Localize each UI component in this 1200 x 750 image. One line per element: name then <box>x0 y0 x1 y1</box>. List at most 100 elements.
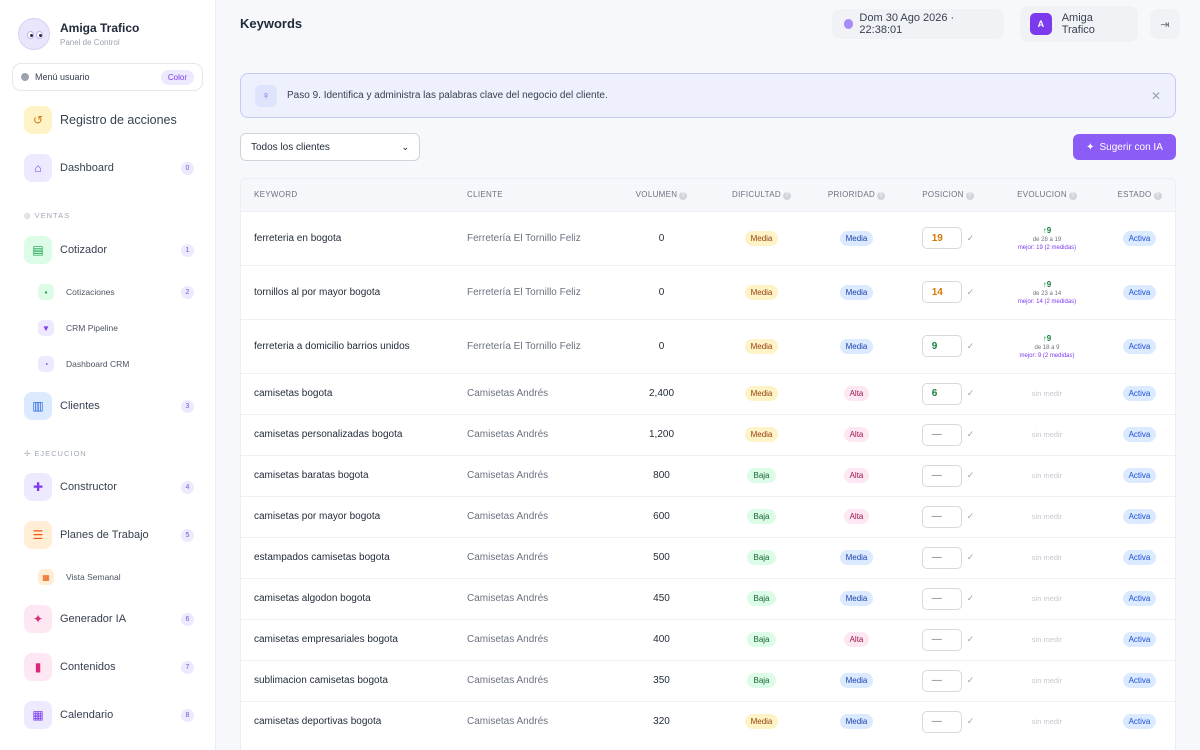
check-icon[interactable]: ✓ <box>967 287 975 298</box>
check-icon[interactable]: ✓ <box>967 552 975 563</box>
avatar: A <box>1030 13 1052 35</box>
sidebar-item-contenidos[interactable]: ▮ Contenidos 7 <box>24 653 194 681</box>
status-badge[interactable]: Activa <box>1122 468 1157 483</box>
status-badge[interactable]: Activa <box>1122 714 1157 730</box>
table-row[interactable]: tornillos al por mayor bogota Ferretería … <box>241 264 1175 319</box>
color-toggle[interactable]: Color <box>160 69 194 85</box>
sidebar-subitem-crm-pipeline[interactable]: ▼ CRM Pipeline <box>38 320 194 336</box>
position-input[interactable]: 6 <box>921 382 962 405</box>
check-icon[interactable]: ✓ <box>967 511 975 522</box>
status-badge[interactable]: Activa <box>1122 230 1157 246</box>
col-header-volumen[interactable]: VOLUMEN? <box>609 179 714 211</box>
table-row[interactable]: camisetas empresariales bogota Camisetas … <box>241 618 1175 660</box>
position-input[interactable]: — <box>921 505 962 528</box>
table-row[interactable]: camisetas algodon bogota Camisetas Andrés… <box>241 577 1175 619</box>
position-input[interactable]: — <box>921 587 962 610</box>
sidebar-item-registro[interactable]: ↺ Registro de acciones <box>24 106 194 134</box>
status-badge[interactable]: Activa <box>1122 338 1157 354</box>
sidebar-item-cotizador[interactable]: ▤ Cotizador 1 <box>24 236 194 264</box>
position-input[interactable]: — <box>921 464 962 487</box>
col-header-keyword[interactable]: KEYWORD <box>241 179 454 211</box>
evolution-change: ↑9 <box>1042 333 1052 343</box>
client-filter-select[interactable]: Todos los clientes ⌄ <box>240 133 420 161</box>
check-icon[interactable]: ✓ <box>967 341 975 352</box>
col-header-evolucion[interactable]: EVOLUCION? <box>992 179 1102 211</box>
table-row[interactable]: camisetas bogota Camisetas Andrés 2,400 Med… <box>241 372 1175 414</box>
status-badge[interactable]: Activa <box>1122 386 1157 401</box>
sidebar-item-planes[interactable]: ☰ Planes de Trabajo 5 <box>24 521 194 549</box>
check-icon[interactable]: ✓ <box>967 388 975 399</box>
position-input[interactable]: — <box>921 710 962 733</box>
sidebar-item-label: Calendario <box>60 709 114 721</box>
col-header-prioridad[interactable]: PRIORIDAD? <box>809 179 904 211</box>
status-badge[interactable]: Activa <box>1122 591 1157 606</box>
position-input[interactable]: — <box>921 628 962 651</box>
evolution-change: ↑9 <box>1042 279 1052 289</box>
status-badge[interactable]: Activa <box>1122 632 1157 647</box>
sidebar-item-constructor[interactable]: ✚ Constructor 4 <box>24 473 194 501</box>
nav-badge: 6 <box>181 612 194 626</box>
check-icon[interactable]: ✓ <box>967 634 975 645</box>
sidebar-item-label: Vista Semanal <box>66 572 121 582</box>
position-input[interactable]: — <box>921 546 962 569</box>
volume-cell: 350 <box>609 659 714 701</box>
sidebar-item-generador[interactable]: ✦ Generador IA 6 <box>24 605 194 633</box>
check-icon[interactable]: ✓ <box>967 675 975 686</box>
status-badge[interactable]: Activa <box>1122 673 1157 688</box>
table-row[interactable]: camisetas personalizadas bogota Camisetas… <box>241 413 1175 455</box>
status-badge[interactable]: Activa <box>1122 509 1157 524</box>
datetime-text: Dom 30 Ago 2026 · 22:38:01 <box>859 12 955 36</box>
table-row[interactable]: ferreteria a domicilio barrios unidos Fer… <box>241 318 1175 373</box>
position-input[interactable]: 14 <box>921 281 962 303</box>
list-icon: ☰ <box>24 521 52 549</box>
suggest-ai-button[interactable]: ✦ Sugerir con IA <box>1073 134 1176 160</box>
position-input[interactable]: 9 <box>921 335 962 357</box>
close-icon[interactable]: ✕ <box>1151 89 1161 103</box>
evolution-best: mejor: 14 (2 medidas) <box>1017 298 1077 305</box>
position-input[interactable]: 19 <box>921 227 962 249</box>
keyword-cell: estampados camisetas bogota <box>241 536 454 578</box>
check-icon[interactable]: ✓ <box>967 429 975 440</box>
check-icon[interactable]: ✓ <box>967 470 975 481</box>
evolution-none: sin medir <box>1031 676 1063 685</box>
col-header-dificultad[interactable]: DIFICULTAD? <box>714 179 809 211</box>
keyword-cell: camisetas algodon bogota <box>241 577 454 619</box>
check-icon[interactable]: ✓ <box>967 716 975 727</box>
status-badge[interactable]: Activa <box>1122 550 1157 565</box>
sidebar-item-clientes[interactable]: ▥ Clientes 3 <box>24 392 194 420</box>
col-header-cliente[interactable]: CLIENTE <box>454 179 609 211</box>
sidebar-subitem-vista-semanal[interactable]: ▦ Vista Semanal <box>38 569 194 585</box>
table-row[interactable]: sublimacion camisetas bogota Camisetas An… <box>241 659 1175 701</box>
sidebar-item-calendario[interactable]: ▦ Calendario 8 <box>24 701 194 729</box>
table-row[interactable]: camisetas baratas bogota Camisetas Andrés… <box>241 454 1175 496</box>
volume-cell: 0 <box>609 264 714 319</box>
status-badge[interactable]: Activa <box>1122 284 1157 300</box>
sidebar-subitem-dashboard-crm[interactable]: ◔ Dashboard CRM <box>38 356 194 372</box>
client-filter-value: Todos los clientes <box>251 141 330 153</box>
table-row[interactable]: ferreteria en bogota Ferretería El Tornil… <box>241 210 1175 265</box>
position-input[interactable]: — <box>921 669 962 692</box>
sidebar-item-dashboard[interactable]: ⌂ Dashboard 0 <box>24 154 194 182</box>
col-header-estado[interactable]: ESTADO? <box>1102 179 1175 211</box>
volume-cell: 0 <box>609 210 714 265</box>
keyword-cell: camisetas empresariales bogota <box>241 618 454 660</box>
col-header-posicion[interactable]: POSICION? <box>904 179 992 211</box>
table-row[interactable]: camisetas por mayor bogota Camisetas Andr… <box>241 495 1175 537</box>
client-cell: Ferretería El Tornillo Feliz <box>454 210 609 265</box>
user-profile-button[interactable]: A Amiga Trafico <box>1020 6 1138 42</box>
difficulty-badge: Media <box>744 386 779 401</box>
user-menu[interactable]: Menú usuario Color <box>12 63 203 91</box>
sidebar-subitem-cotizaciones[interactable]: ▪ Cotizaciones 2 <box>38 284 194 300</box>
logout-button[interactable]: ⇥ <box>1150 9 1180 39</box>
table-row[interactable]: camisetas deportivas bogota Camisetas And… <box>241 700 1175 742</box>
position-input[interactable]: — <box>921 423 962 446</box>
volume-cell: 450 <box>609 577 714 619</box>
check-icon[interactable]: ✓ <box>967 233 975 244</box>
help-icon: ? <box>782 191 791 200</box>
difficulty-badge: Baja <box>747 673 776 688</box>
table-row[interactable]: estampados camisetas bogota Camisetas And… <box>241 536 1175 578</box>
check-icon[interactable]: ✓ <box>967 593 975 604</box>
status-badge[interactable]: Activa <box>1122 427 1157 442</box>
evolution-best: mejor: 9 (2 medidas) <box>1019 352 1075 359</box>
brand[interactable]: Amiga Trafico Panel de Control <box>18 18 139 50</box>
